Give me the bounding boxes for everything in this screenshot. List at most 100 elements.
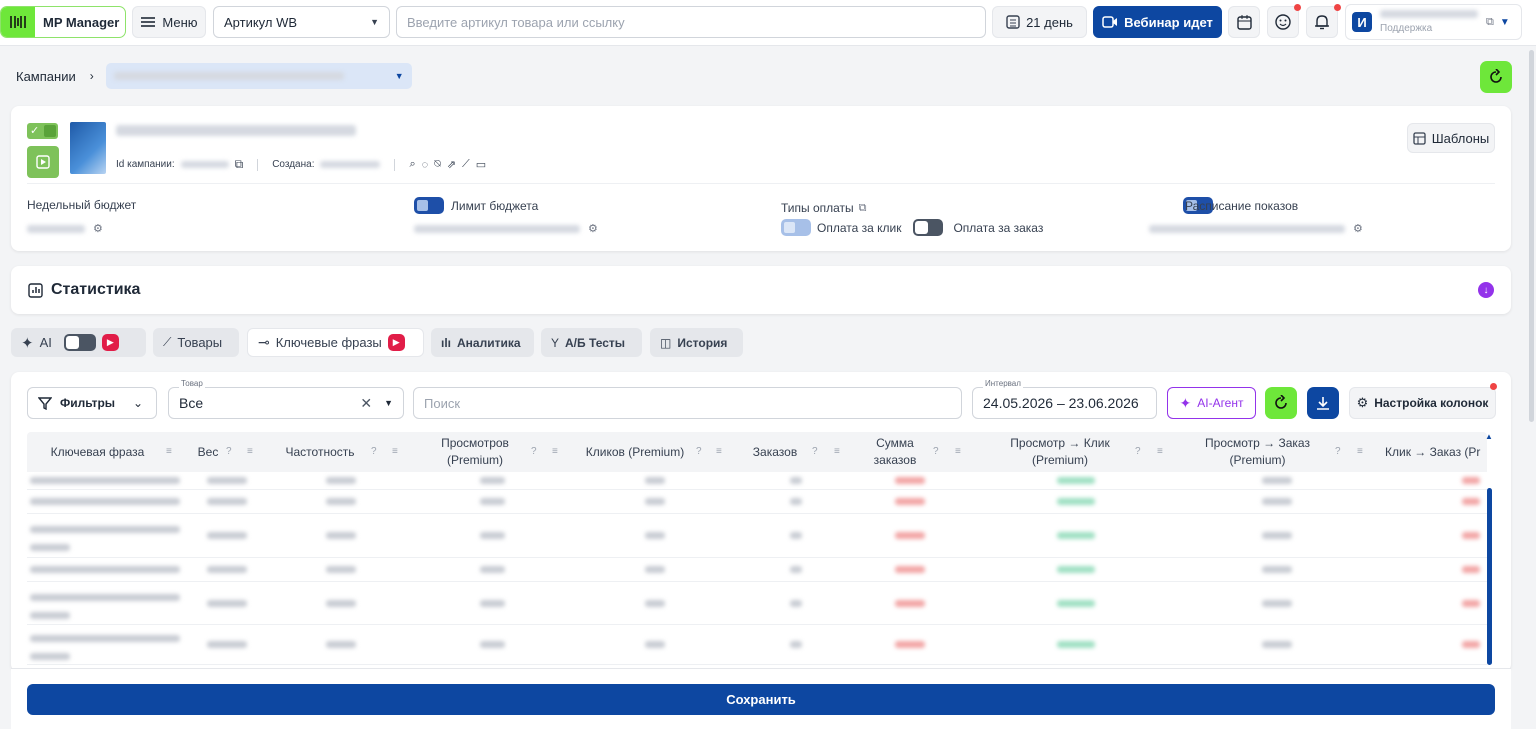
dropdown-arrow-icon[interactable]: ▼	[384, 398, 393, 408]
info-icon[interactable]: ?	[812, 446, 818, 457]
info-icon[interactable]: ?	[226, 446, 232, 457]
article-select[interactable]: Артикул WB ▼	[213, 6, 390, 38]
bar-chart-icon: ılı	[441, 335, 452, 350]
column-header[interactable]: Ключевая фраза	[30, 432, 165, 472]
notifications-button[interactable]	[1306, 6, 1338, 38]
product-caption: Товар	[179, 379, 205, 388]
campaign-active-toggle[interactable]: ✓	[27, 123, 58, 139]
save-button[interactable]: Сохранить	[27, 684, 1495, 715]
page-scrollbar[interactable]	[1529, 50, 1534, 422]
breadcrumb-root[interactable]: Кампании	[16, 69, 76, 84]
column-header[interactable]: Заказов	[745, 432, 805, 472]
column-header[interactable]: Просмотр → Заказ (Premium)	[1190, 432, 1325, 472]
info-icon[interactable]: ?	[1135, 446, 1141, 457]
pay-click-toggle[interactable]	[781, 219, 811, 236]
logo[interactable]: MP Manager	[0, 6, 126, 38]
tab-ai[interactable]: ✦ AI ▶	[11, 328, 146, 357]
table-cell	[1462, 498, 1480, 505]
days-label: 21 день	[1026, 14, 1073, 30]
campaign-select[interactable]: ▼	[105, 63, 412, 89]
gear-icon[interactable]: ⚙	[1353, 222, 1363, 235]
table-scrollbar[interactable]	[1487, 488, 1492, 665]
product-thumbnail[interactable]	[70, 122, 106, 174]
templates-button[interactable]: Шаблоны	[1407, 123, 1495, 153]
filters-button[interactable]: Фильтры ⌄	[27, 387, 157, 419]
collapse-button[interactable]: ↓	[1478, 282, 1494, 298]
info-icon[interactable]: ?	[696, 446, 702, 457]
menu-icon[interactable]: ≡	[716, 446, 722, 457]
info-icon[interactable]: ?	[1335, 446, 1341, 457]
trend-icon[interactable]: ⟋	[462, 158, 470, 171]
menu-button[interactable]: Меню	[132, 6, 206, 38]
info-icon[interactable]: ?	[371, 446, 377, 457]
column-header[interactable]: Частотность	[275, 432, 365, 472]
search-zoom-icon[interactable]: ⌕	[409, 158, 415, 171]
column-header[interactable]: Вес	[188, 432, 228, 472]
scroll-up-icon[interactable]: ▲	[1485, 432, 1493, 441]
product-select[interactable]: Товар Все ✕ ▼	[168, 379, 404, 419]
video-icon[interactable]: ▶	[387, 334, 405, 351]
table-cell	[645, 641, 665, 648]
days-button[interactable]: 21 день	[992, 6, 1087, 38]
column-settings-button[interactable]: ⚙ Настройка колонок	[1349, 387, 1496, 419]
table-cell	[1462, 477, 1480, 484]
copy-icon[interactable]: ⧉	[235, 157, 244, 172]
external-link-icon[interactable]: ⇗	[447, 158, 456, 171]
column-header[interactable]: Просмотров (Premium)	[425, 432, 525, 472]
pay-order-toggle[interactable]	[913, 219, 944, 236]
chevron-down-icon: ⌄	[133, 396, 144, 410]
column-header[interactable]: Просмотр → Клик (Premium)	[990, 432, 1130, 472]
copy-icon[interactable]: ⧉	[859, 202, 867, 215]
interval-picker[interactable]: Интервал 24.05.2026 – 23.06.2026	[972, 379, 1157, 419]
article-search-input[interactable]: Введите артикул товара или ссылку	[396, 6, 986, 38]
table-refresh-button[interactable]	[1265, 387, 1297, 419]
gear-icon[interactable]: ⚙	[93, 222, 103, 235]
tab-keywords[interactable]: ⊸ Ключевые фразы ▶	[247, 328, 424, 357]
table-cell	[480, 566, 505, 573]
budget-limit-toggle[interactable]	[414, 197, 444, 214]
refresh-button[interactable]	[1480, 61, 1512, 93]
menu-icon[interactable]: ≡	[552, 446, 558, 457]
column-header[interactable]: Сумма заказов	[865, 432, 925, 472]
keyword-search-input[interactable]: Поиск	[413, 387, 962, 419]
article-search-placeholder: Введите артикул товара или ссылку	[407, 14, 625, 30]
gear-icon: ⚙	[1356, 395, 1369, 410]
bell-off-icon[interactable]: ⍉	[434, 158, 441, 171]
menu-icon[interactable]: ≡	[1357, 446, 1363, 457]
table-cell	[30, 653, 70, 660]
calendar-icon[interactable]: ▭	[476, 158, 486, 171]
tab-products[interactable]: ⟋ Товары	[153, 328, 239, 357]
info-icon[interactable]: ?	[933, 446, 939, 457]
tab-ab-tests[interactable]: Y А/Б Тесты	[541, 328, 642, 357]
mouse-icon[interactable]: ◌	[422, 159, 429, 171]
tab-history[interactable]: ◫ История	[650, 328, 743, 357]
video-icon[interactable]: ▶	[101, 334, 119, 351]
table-cell	[645, 566, 665, 573]
notifications-badge	[1334, 4, 1341, 11]
gear-icon[interactable]: ⚙	[588, 222, 598, 235]
menu-icon[interactable]: ≡	[247, 446, 253, 457]
column-header[interactable]: Клик → Заказ (Pr	[1385, 432, 1485, 472]
menu-icon[interactable]: ≡	[1157, 446, 1163, 457]
menu-icon[interactable]: ≡	[955, 446, 961, 457]
user-role: Поддержка	[1380, 23, 1433, 34]
play-button[interactable]	[27, 146, 59, 178]
feedback-button[interactable]	[1267, 6, 1299, 38]
table-cell	[1262, 532, 1292, 539]
info-icon[interactable]: ?	[531, 446, 537, 457]
calendar-button[interactable]	[1228, 6, 1260, 38]
webinar-button[interactable]: Вебинар идет	[1093, 6, 1222, 38]
ai-toggle[interactable]	[63, 334, 96, 351]
copy-icon[interactable]: ⧉	[1486, 16, 1494, 29]
user-menu[interactable]: И Поддержка ⧉ ▼	[1345, 4, 1522, 40]
tab-analytics[interactable]: ılı Аналитика	[431, 328, 534, 357]
ai-agent-button[interactable]: ✦ AI-Агент	[1167, 387, 1256, 419]
clear-icon[interactable]: ✕	[360, 395, 372, 412]
user-avatar: И	[1352, 12, 1372, 32]
menu-icon[interactable]: ≡	[166, 446, 172, 457]
menu-icon[interactable]: ≡	[392, 446, 398, 457]
menu-icon[interactable]: ≡	[834, 446, 840, 457]
calculator-icon	[1006, 15, 1020, 29]
column-header[interactable]: Кликов (Premium)	[580, 432, 690, 472]
download-button[interactable]	[1307, 387, 1339, 419]
